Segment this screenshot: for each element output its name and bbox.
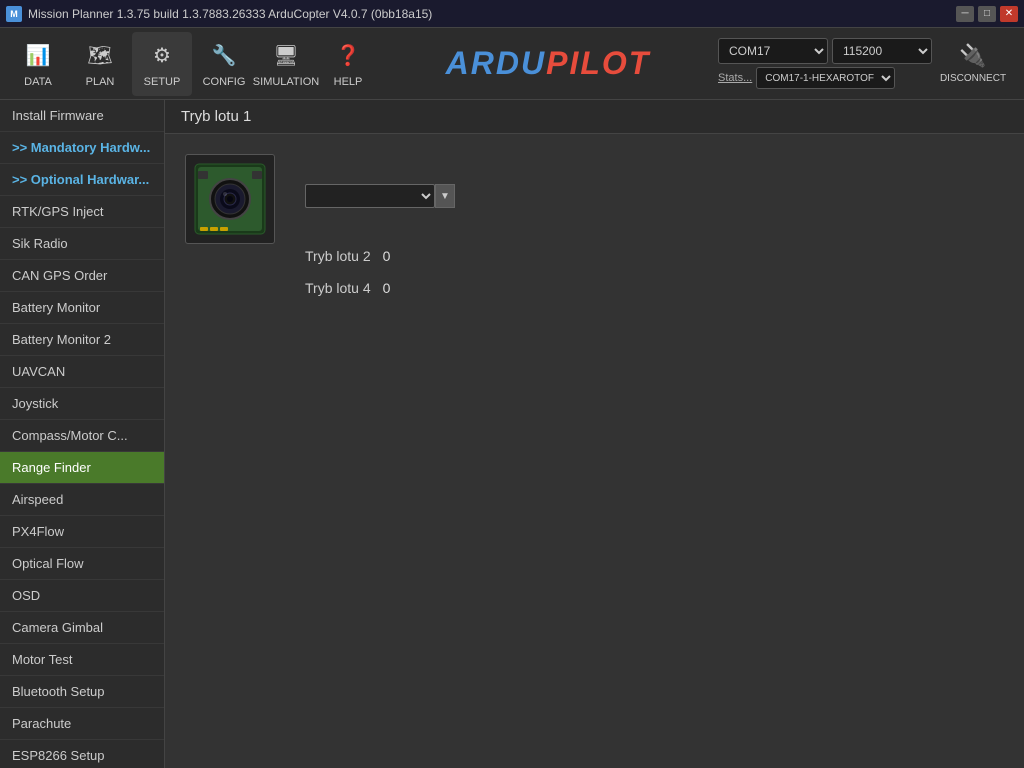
sidebar-item-px4flow[interactable]: PX4Flow: [0, 516, 164, 548]
sidebar-item-battery-monitor[interactable]: Battery Monitor: [0, 292, 164, 324]
sidebar-item-bluetooth-setup[interactable]: Bluetooth Setup: [0, 676, 164, 708]
com-port-select[interactable]: COM17: [718, 38, 828, 64]
window-controls: ─ □ ✕: [956, 6, 1018, 22]
sidebar-item-mandatory-hardware: >> Mandatory Hardw...: [0, 132, 164, 164]
plan-icon: 🗺: [84, 40, 116, 72]
sidebar-item-motor-test[interactable]: Motor Test: [0, 644, 164, 676]
sidebar-item-optical-flow[interactable]: Optical Flow: [0, 548, 164, 580]
maximize-button[interactable]: □: [978, 6, 996, 22]
sensor-svg: [190, 159, 270, 239]
setup-icon: ⚙: [146, 40, 178, 72]
sidebar-item-battery-monitor-2[interactable]: Battery Monitor 2: [0, 324, 164, 356]
sidebar-item-parachute[interactable]: Parachute: [0, 708, 164, 740]
profile-select[interactable]: COM17-1-HEXAROTOF: [756, 67, 895, 89]
simulation-label: SIMULATION: [253, 76, 319, 88]
sidebar-item-compass-motor[interactable]: Compass/Motor C...: [0, 420, 164, 452]
disconnect-icon: 🔌: [959, 43, 986, 69]
stats-link[interactable]: Stats...: [718, 72, 752, 84]
mode-param-1-label: Tryb lotu 2: [305, 248, 371, 264]
content-area: Tryb lotu 1: [165, 100, 1024, 768]
minimize-button[interactable]: ─: [956, 6, 974, 22]
sidebar-item-install-firmware[interactable]: Install Firmware: [0, 100, 164, 132]
mode-param-2-value: 0: [383, 280, 391, 296]
config-button[interactable]: 🔧 CONFIG: [194, 32, 254, 96]
sidebar-item-sik-radio[interactable]: Sik Radio: [0, 228, 164, 260]
window-title: Mission Planner 1.3.75 build 1.3.7883.26…: [28, 7, 432, 21]
mode-param-1-value: 0: [383, 248, 391, 264]
sidebar-item-joystick[interactable]: Joystick: [0, 388, 164, 420]
plan-button[interactable]: 🗺 PLAN: [70, 32, 130, 96]
toolbar: 📊 DATA 🗺 PLAN ⚙ SETUP 🔧 CONFIG 🖥 SIMULAT…: [0, 28, 1024, 100]
sidebar-item-osd[interactable]: OSD: [0, 580, 164, 612]
sidebar: Install Firmware>> Mandatory Hardw...>> …: [0, 100, 165, 768]
help-button[interactable]: ❓ HELP: [318, 32, 378, 96]
sidebar-item-camera-gimbal[interactable]: Camera Gimbal: [0, 612, 164, 644]
help-label: HELP: [334, 76, 363, 88]
data-icon: 📊: [22, 40, 54, 72]
main-container: Install Firmware>> Mandatory Hardw...>> …: [0, 100, 1024, 768]
sidebar-item-optional-hardware: >> Optional Hardwar...: [0, 164, 164, 196]
connection-area: COM17 115200 Stats... COM17-1-HEXAROTOF …: [718, 32, 1008, 96]
controls-area: ▼ Tryb lotu 2 0 Tryb lotu 4 0: [305, 154, 455, 296]
logo-area: ARDUPILOT: [380, 28, 716, 99]
setup-button[interactable]: ⚙ SETUP: [132, 32, 192, 96]
sidebar-item-airspeed[interactable]: Airspeed: [0, 484, 164, 516]
plan-label: PLAN: [86, 76, 115, 88]
sidebar-item-rtk-gps[interactable]: RTK/GPS Inject: [0, 196, 164, 228]
data-label: DATA: [24, 76, 52, 88]
type-dropdown[interactable]: [305, 184, 435, 208]
simulation-icon: 🖥: [270, 40, 302, 72]
config-icon: 🔧: [208, 40, 240, 72]
sidebar-item-range-finder[interactable]: Range Finder: [0, 452, 164, 484]
close-button[interactable]: ✕: [1000, 6, 1018, 22]
type-dropdown-container: ▼: [305, 184, 455, 208]
content-body: ▼ Tryb lotu 2 0 Tryb lotu 4 0: [165, 134, 1024, 316]
disconnect-button[interactable]: 🔌 DISCONNECT: [938, 32, 1008, 96]
mode-params: Tryb lotu 2 0 Tryb lotu 4 0: [305, 248, 455, 296]
sidebar-item-uavcan[interactable]: UAVCAN: [0, 356, 164, 388]
app-icon: M: [6, 6, 22, 22]
disconnect-label: DISCONNECT: [940, 73, 1006, 84]
sidebar-item-esp8266-setup[interactable]: ESP8266 Setup: [0, 740, 164, 768]
sensor-image: [185, 154, 275, 244]
mode-param-2: Tryb lotu 4 0: [305, 280, 455, 296]
mode-param-2-label: Tryb lotu 4: [305, 280, 371, 296]
dropdown-arrow-icon[interactable]: ▼: [435, 184, 455, 208]
mode-param-1: Tryb lotu 2 0: [305, 248, 455, 264]
help-icon: ❓: [332, 40, 364, 72]
setup-label: SETUP: [144, 76, 181, 88]
page-title: Tryb lotu 1: [165, 100, 1024, 134]
config-label: CONFIG: [203, 76, 246, 88]
ardupilot-logo: ARDUPILOT: [446, 45, 651, 82]
simulation-button[interactable]: 🖥 SIMULATION: [256, 32, 316, 96]
data-button[interactable]: 📊 DATA: [8, 32, 68, 96]
toolbar-buttons: 📊 DATA 🗺 PLAN ⚙ SETUP 🔧 CONFIG 🖥 SIMULAT…: [8, 32, 378, 96]
title-bar: M Mission Planner 1.3.75 build 1.3.7883.…: [0, 0, 1024, 28]
baud-rate-select[interactable]: 115200: [832, 38, 932, 64]
sidebar-item-can-gps[interactable]: CAN GPS Order: [0, 260, 164, 292]
